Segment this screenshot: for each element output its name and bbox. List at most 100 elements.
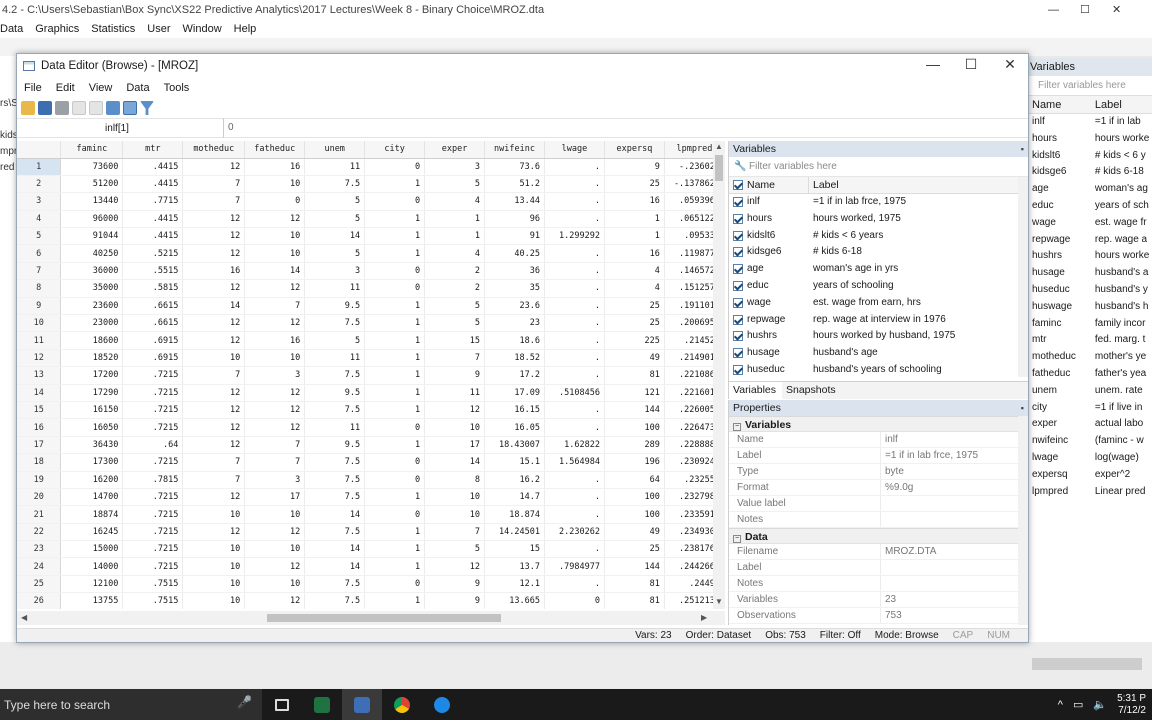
data-cell[interactable]: 49: [604, 523, 665, 542]
variable-row[interactable]: motheduc mother's ye: [1028, 349, 1152, 366]
variable-row[interactable]: age woman's age in yrs: [729, 261, 1028, 278]
row-number[interactable]: 22: [17, 523, 62, 542]
data-cell[interactable]: 4: [604, 279, 665, 298]
data-cell[interactable]: 12: [244, 210, 306, 229]
data-cell[interactable]: 5: [424, 314, 486, 333]
data-cell[interactable]: 12100: [60, 575, 124, 594]
variable-checkbox[interactable]: [733, 247, 743, 258]
data-cell[interactable]: 73.6: [484, 158, 545, 176]
variables-manager-icon[interactable]: [106, 101, 120, 115]
row-number[interactable]: 25: [17, 575, 62, 594]
data-cell[interactable]: .4415: [122, 158, 184, 176]
data-cell[interactable]: 15: [424, 331, 486, 350]
table-row[interactable]: 13 17200.7215 7 3 7.5 1 9 17.2. 81.2210861: [17, 366, 725, 385]
wrench-icon[interactable]: 🔧: [734, 157, 746, 177]
data-cell[interactable]: 0: [364, 418, 426, 437]
column-header[interactable]: mtr: [122, 141, 184, 159]
variable-row[interactable]: repwage rep. wage at interview in 1976: [729, 312, 1028, 329]
data-cell[interactable]: .: [544, 366, 605, 385]
property-row[interactable]: Format %9.0g: [729, 480, 1028, 496]
property-row[interactable]: Label: [729, 560, 1028, 576]
data-cell[interactable]: 1: [364, 331, 426, 350]
stata-taskbar-icon[interactable]: [342, 689, 382, 720]
column-header[interactable]: exper: [424, 141, 486, 159]
variable-row[interactable]: nwifeinc (faminc - w: [1028, 433, 1152, 450]
table-row[interactable]: 19 16200.7815 7 3 7.5 0 8 16.2. 64.232554: [17, 471, 725, 489]
collapse-icon[interactable]: −: [733, 535, 741, 543]
data-cell[interactable]: 0: [364, 505, 426, 524]
property-row[interactable]: Filename MROZ.DTA: [729, 544, 1028, 560]
menu-tools[interactable]: Tools: [157, 82, 197, 94]
data-cell[interactable]: 18.6: [484, 331, 545, 350]
column-header[interactable]: lwage: [544, 141, 605, 159]
data-cell[interactable]: .: [544, 158, 605, 176]
data-cell[interactable]: 25: [604, 175, 665, 194]
data-cell[interactable]: 11: [304, 158, 366, 176]
table-row[interactable]: 3 13440.7715 7 0 5 0 4 13.44. 16.0593966: [17, 192, 725, 211]
data-cell[interactable]: .7215: [122, 540, 184, 559]
data-cell[interactable]: 81: [604, 592, 665, 609]
property-row[interactable]: Observations 753: [729, 608, 1028, 624]
property-row[interactable]: Type byte: [729, 464, 1028, 480]
data-cell[interactable]: 10: [244, 505, 306, 524]
table-row[interactable]: 14 17290.7215 12 12 9.5 1 11 17.09.5108456 121.2…: [17, 384, 725, 402]
copy-icon[interactable]: [72, 101, 86, 115]
data-cell[interactable]: 96: [484, 210, 545, 229]
column-header[interactable]: unem: [304, 141, 366, 159]
data-cell[interactable]: 4: [604, 262, 665, 281]
save-icon[interactable]: [38, 101, 52, 115]
data-cell[interactable]: 4: [424, 192, 486, 211]
data-cell[interactable]: 12: [424, 557, 486, 576]
data-cell[interactable]: 18520: [60, 349, 124, 368]
data-cell[interactable]: 16150: [60, 401, 124, 420]
variables-list-scrollbar[interactable]: [1018, 177, 1028, 377]
variable-checkbox[interactable]: [733, 264, 743, 275]
data-cell[interactable]: 121: [604, 384, 665, 402]
data-cell[interactable]: 9: [424, 592, 486, 609]
excel-icon[interactable]: [302, 689, 342, 720]
data-cell[interactable]: .7215: [122, 401, 184, 420]
column-header[interactable]: city: [364, 141, 426, 159]
data-cell[interactable]: 18874: [60, 505, 124, 524]
row-number[interactable]: 7: [17, 262, 62, 281]
data-cell[interactable]: 10: [182, 505, 246, 524]
data-cell[interactable]: 0: [244, 192, 306, 211]
data-cell[interactable]: 23: [484, 314, 545, 333]
data-cell[interactable]: 3: [424, 158, 486, 176]
pin-icon[interactable]: ▪: [1021, 400, 1024, 416]
data-cell[interactable]: 36: [484, 262, 545, 281]
select-all-checkbox[interactable]: [733, 180, 743, 190]
table-row[interactable]: 18 17300.7215 7 7 7.5 0 14 15.1 1.564984 196.2309…: [17, 453, 725, 472]
properties-data-section[interactable]: − Data: [729, 528, 1028, 544]
variable-row[interactable]: kidsge6 # kids 6-18: [1028, 164, 1152, 181]
variables-filter-input[interactable]: 🔧 Filter variables here: [729, 157, 1028, 177]
collapse-icon[interactable]: −: [733, 423, 741, 431]
data-cell[interactable]: 17.2: [484, 366, 545, 385]
property-row[interactable]: Variables 23: [729, 592, 1028, 608]
data-cell[interactable]: 5: [424, 540, 486, 559]
data-cell[interactable]: 2.230262: [544, 523, 605, 542]
data-cell[interactable]: 35: [484, 279, 545, 298]
data-cell[interactable]: .: [544, 401, 605, 420]
data-cell[interactable]: 11: [304, 279, 366, 298]
variable-row[interactable]: husage husband's a: [1028, 265, 1152, 282]
data-cell[interactable]: 9.5: [304, 297, 366, 316]
data-cell[interactable]: 2: [424, 262, 486, 281]
data-cell[interactable]: 10: [244, 227, 306, 246]
data-cell[interactable]: .: [544, 297, 605, 316]
data-cell[interactable]: .4415: [122, 175, 184, 194]
data-cell[interactable]: 81: [604, 575, 665, 594]
variable-row[interactable]: educ years of schooling: [729, 278, 1028, 295]
table-row[interactable]: 23 15000.7215 10 10 14 1 5 15. 25.2381761: [17, 540, 725, 559]
data-cell[interactable]: .5215: [122, 244, 184, 263]
variable-row[interactable]: unem unem. rate: [1028, 383, 1152, 400]
data-cell[interactable]: 96000: [60, 210, 124, 229]
data-cell[interactable]: 11: [304, 418, 366, 437]
label-column-header[interactable]: Label: [809, 177, 839, 193]
variable-checkbox[interactable]: [733, 297, 743, 308]
row-number[interactable]: 16: [17, 418, 62, 437]
property-row[interactable]: Name inlf: [729, 432, 1028, 448]
data-cell[interactable]: 51200: [60, 175, 124, 194]
row-number[interactable]: 1: [17, 158, 62, 176]
data-cell[interactable]: .5108456: [544, 384, 605, 402]
